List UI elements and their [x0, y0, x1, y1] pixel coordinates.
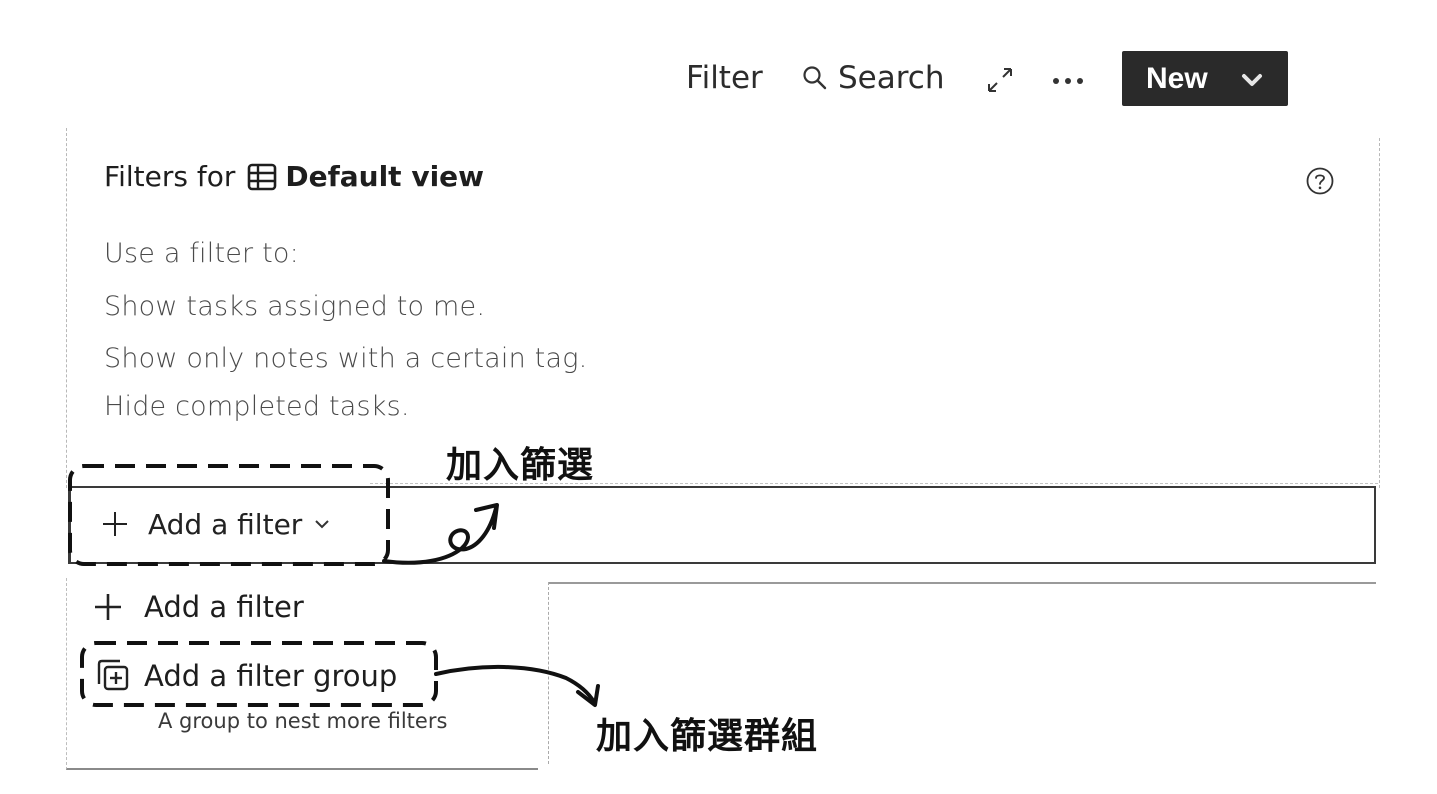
panel-title-prefix: Filters for	[104, 160, 236, 193]
annotation-add-filter-group: 加入篩選群組	[596, 716, 819, 757]
help-icon[interactable]	[1305, 166, 1335, 196]
chevron-down-icon	[315, 520, 330, 529]
menu-item-description: A group to nest more filters	[158, 709, 448, 733]
add-filter-dropdown-button[interactable]: Add a filter	[100, 502, 330, 546]
new-button[interactable]: New	[1122, 51, 1288, 106]
panel-bottom-edge	[548, 582, 1376, 584]
search-button[interactable]: Search	[802, 58, 945, 98]
search-icon	[803, 66, 827, 90]
expand-icon[interactable]	[985, 65, 1015, 95]
view-name: Default view	[285, 160, 485, 193]
panel-left-edge	[66, 128, 67, 488]
add-filter-label: Add a filter	[148, 507, 303, 541]
description-line: Show tasks assigned to me.	[104, 291, 486, 322]
plus-icon	[103, 512, 127, 536]
new-button-label: New	[1146, 61, 1208, 95]
menu-item-label: Add a filter group	[144, 659, 398, 693]
description-line: Hide completed tasks.	[104, 391, 410, 422]
chevron-down-icon[interactable]	[1238, 66, 1266, 92]
filter-group-icon	[97, 659, 129, 691]
filter-button[interactable]: Filter	[686, 58, 763, 98]
arrowhead	[576, 684, 600, 707]
description-line: Use a filter to:	[104, 238, 299, 269]
menu-item-add-filter-group[interactable]: Add a filter group	[94, 656, 397, 696]
more-icon[interactable]	[1052, 76, 1084, 86]
plus-icon	[95, 594, 121, 620]
menu-item-label: Add a filter	[144, 590, 304, 624]
panel-right-edge	[1379, 138, 1380, 488]
menu-right-edge	[548, 582, 549, 764]
description-line: Show only notes with a certain tag.	[104, 343, 588, 374]
table-icon	[247, 163, 277, 191]
annotation-add-filter: 加入篩選	[446, 445, 595, 486]
search-label: Search	[838, 60, 945, 96]
panel-title: Filters for Default view	[104, 160, 484, 193]
menu-item-add-filter[interactable]: Add a filter	[92, 590, 304, 624]
